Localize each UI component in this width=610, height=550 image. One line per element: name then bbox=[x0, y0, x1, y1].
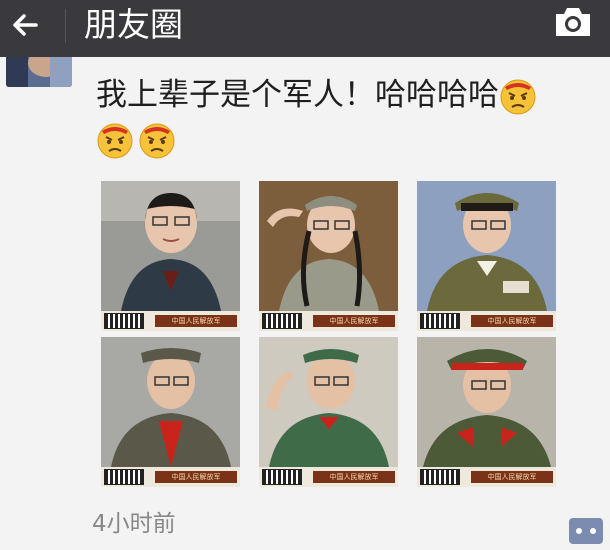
photo-thumbnail[interactable]: 中国人民解放军 bbox=[101, 337, 240, 487]
photo-thumbnail[interactable]: 中国人民解放军 bbox=[417, 337, 556, 487]
page-title: 朋友圈 bbox=[84, 5, 183, 44]
photo-footer: 中国人民解放军 bbox=[417, 467, 556, 487]
angry-face-emoji bbox=[97, 123, 133, 158]
moments-feed: 我上辈子是个军人！哈哈哈哈 中国人民解放军 中国人民解放军 中国人民解放军 中国… bbox=[0, 57, 610, 550]
photo-caption: 中国人民解放军 bbox=[313, 471, 395, 483]
avatar[interactable] bbox=[6, 57, 72, 87]
qr-code-icon bbox=[420, 313, 460, 329]
qr-code-icon bbox=[420, 469, 460, 485]
photo-footer: 中国人民解放军 bbox=[417, 311, 556, 331]
angry-face-emoji bbox=[139, 123, 175, 158]
photo-footer: 中国人民解放军 bbox=[101, 311, 240, 331]
photo-thumbnail[interactable]: 中国人民解放军 bbox=[417, 181, 556, 331]
comment-dots-icon[interactable] bbox=[568, 517, 604, 545]
photo-caption: 中国人民解放军 bbox=[155, 315, 237, 327]
photo-thumbnail[interactable]: 中国人民解放军 bbox=[259, 337, 398, 487]
photo-caption: 中国人民解放军 bbox=[471, 471, 553, 483]
angry-face-emoji bbox=[500, 79, 536, 114]
photo-caption: 中国人民解放军 bbox=[471, 315, 553, 327]
photo-thumbnail[interactable]: 中国人民解放军 bbox=[259, 181, 398, 331]
photo-footer: 中国人民解放军 bbox=[259, 467, 398, 487]
qr-code-icon bbox=[262, 313, 302, 329]
photo-grid: 中国人民解放军 中国人民解放军 中国人民解放军 中国人民解放军 中国人民解放军 … bbox=[101, 181, 556, 487]
camera-icon[interactable] bbox=[550, 2, 596, 42]
post-message: 我上辈子是个军人！哈哈哈哈 bbox=[96, 77, 499, 113]
photo-caption: 中国人民解放军 bbox=[155, 471, 237, 483]
header-divider bbox=[65, 9, 66, 43]
qr-code-icon bbox=[104, 313, 144, 329]
top-bar: 朋友圈 bbox=[0, 0, 610, 57]
qr-code-icon bbox=[104, 469, 144, 485]
qr-code-icon bbox=[262, 469, 302, 485]
photo-footer: 中国人民解放军 bbox=[101, 467, 240, 487]
photo-thumbnail[interactable]: 中国人民解放军 bbox=[101, 181, 240, 331]
photo-caption: 中国人民解放军 bbox=[313, 315, 395, 327]
photo-footer: 中国人民解放军 bbox=[259, 311, 398, 331]
post-text: 我上辈子是个军人！哈哈哈哈 bbox=[96, 73, 606, 161]
post-timestamp: 4小时前 bbox=[92, 511, 176, 537]
arrow-left-icon[interactable] bbox=[6, 4, 50, 48]
